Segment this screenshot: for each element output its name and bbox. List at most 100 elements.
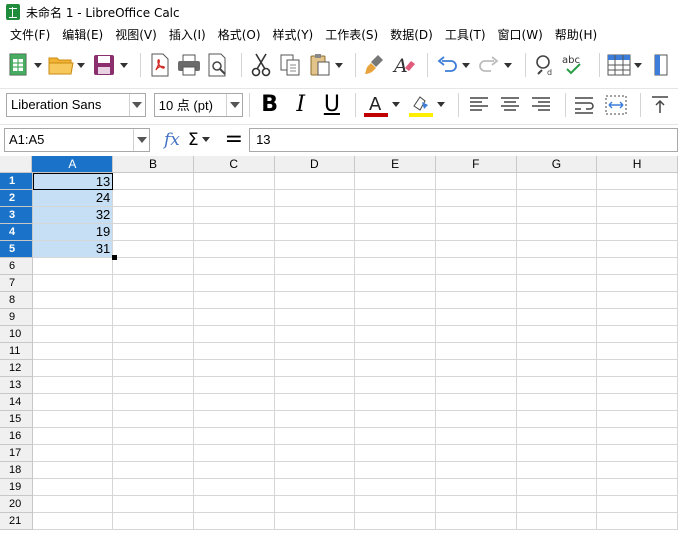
row-header[interactable]: 18 xyxy=(0,462,33,479)
cell-g10[interactable] xyxy=(516,326,598,343)
cell-a13[interactable] xyxy=(32,377,114,394)
cell-e9[interactable] xyxy=(355,309,436,326)
menu-edit[interactable]: 编辑(E) xyxy=(56,24,109,46)
cell-b4[interactable] xyxy=(113,224,194,241)
cell-b18[interactable] xyxy=(113,462,194,479)
sum-dropdown[interactable] xyxy=(201,126,211,154)
cell-a20[interactable] xyxy=(32,496,114,513)
row-header[interactable]: 13 xyxy=(0,377,33,394)
cell-g7[interactable] xyxy=(516,275,598,292)
cell-c20[interactable] xyxy=(193,496,275,513)
cell-a15[interactable] xyxy=(32,411,114,428)
cell-f6[interactable] xyxy=(435,258,517,275)
column-header-g[interactable]: G xyxy=(516,156,598,173)
cell-g6[interactable] xyxy=(516,258,598,275)
row-column-dropdown[interactable] xyxy=(634,51,643,79)
cell-d9[interactable] xyxy=(274,309,356,326)
cell-g17[interactable] xyxy=(516,445,598,462)
cell-b21[interactable] xyxy=(113,513,194,530)
italic-button[interactable]: I xyxy=(287,91,314,119)
row-header[interactable]: 21 xyxy=(0,513,33,530)
cell-d7[interactable] xyxy=(274,275,356,292)
open-dropdown[interactable] xyxy=(76,51,85,79)
cell-e13[interactable] xyxy=(355,377,436,394)
export-pdf-button[interactable] xyxy=(147,51,172,79)
cell-b2[interactable] xyxy=(113,190,194,207)
cell-a8[interactable] xyxy=(32,292,114,309)
cell-a9[interactable] xyxy=(32,309,114,326)
cell-d14[interactable] xyxy=(274,394,356,411)
font-color-button[interactable]: A xyxy=(362,91,389,119)
cell-e12[interactable] xyxy=(355,360,436,377)
cell-c17[interactable] xyxy=(193,445,275,462)
cell-c12[interactable] xyxy=(193,360,275,377)
cell-b9[interactable] xyxy=(113,309,194,326)
bold-button[interactable]: B xyxy=(256,91,283,119)
insert-column-button[interactable] xyxy=(649,51,674,79)
cell-f13[interactable] xyxy=(435,377,517,394)
cell-c9[interactable] xyxy=(193,309,275,326)
cell-g21[interactable] xyxy=(516,513,598,530)
cell-d21[interactable] xyxy=(274,513,356,530)
cell-f12[interactable] xyxy=(435,360,517,377)
cell-c15[interactable] xyxy=(193,411,275,428)
row-column-button[interactable] xyxy=(606,51,631,79)
align-right-button[interactable] xyxy=(527,91,554,119)
cell-g2[interactable] xyxy=(516,190,598,207)
cell-b13[interactable] xyxy=(113,377,194,394)
cell-a5[interactable]: 31 xyxy=(32,241,114,258)
cell-g18[interactable] xyxy=(516,462,598,479)
formula-input[interactable]: 13 xyxy=(249,127,678,152)
font-color-dropdown[interactable] xyxy=(392,91,402,119)
row-header[interactable]: 14 xyxy=(0,394,33,411)
cell-e2[interactable] xyxy=(355,190,436,207)
cell-g3[interactable] xyxy=(516,207,598,224)
cell-g5[interactable] xyxy=(516,241,598,258)
cell-a14[interactable] xyxy=(32,394,114,411)
cell-h6[interactable] xyxy=(597,258,678,275)
row-header[interactable]: 7 xyxy=(0,275,33,292)
align-left-button[interactable] xyxy=(465,91,492,119)
cell-a19[interactable] xyxy=(32,479,114,496)
cell-d18[interactable] xyxy=(274,462,356,479)
open-button[interactable] xyxy=(48,51,75,79)
cell-a16[interactable] xyxy=(32,428,114,445)
cell-f4[interactable] xyxy=(435,224,517,241)
cell-c3[interactable] xyxy=(193,207,275,224)
paste-dropdown[interactable] xyxy=(334,51,343,79)
cell-e11[interactable] xyxy=(355,343,436,360)
cell-g20[interactable] xyxy=(516,496,598,513)
clone-formatting-button[interactable] xyxy=(362,51,387,79)
cell-a12[interactable] xyxy=(32,360,114,377)
cell-e14[interactable] xyxy=(355,394,436,411)
row-header[interactable]: 8 xyxy=(0,292,33,309)
menu-styles[interactable]: 样式(Y) xyxy=(267,24,320,46)
cell-h20[interactable] xyxy=(597,496,678,513)
cell-a6[interactable] xyxy=(32,258,114,275)
paste-button[interactable] xyxy=(307,51,332,79)
cell-d4[interactable] xyxy=(274,224,356,241)
cell-c4[interactable] xyxy=(193,224,275,241)
select-all-corner[interactable] xyxy=(0,156,33,173)
cell-c5[interactable] xyxy=(193,241,275,258)
cell-g15[interactable] xyxy=(516,411,598,428)
column-header-c[interactable]: C xyxy=(193,156,275,173)
cell-d6[interactable] xyxy=(274,258,356,275)
cell-g4[interactable] xyxy=(516,224,598,241)
sum-icon[interactable]: Σ xyxy=(188,130,199,150)
cell-d13[interactable] xyxy=(274,377,356,394)
cell-g19[interactable] xyxy=(516,479,598,496)
cell-g11[interactable] xyxy=(516,343,598,360)
cell-c16[interactable] xyxy=(193,428,275,445)
cell-e7[interactable] xyxy=(355,275,436,292)
cell-h5[interactable] xyxy=(597,241,678,258)
cell-h14[interactable] xyxy=(597,394,678,411)
chevron-down-icon[interactable] xyxy=(133,128,149,151)
cell-c13[interactable] xyxy=(193,377,275,394)
menu-window[interactable]: 窗口(W) xyxy=(492,24,549,46)
cell-h4[interactable] xyxy=(597,224,678,241)
cell-h15[interactable] xyxy=(597,411,678,428)
cell-e10[interactable] xyxy=(355,326,436,343)
cell-b10[interactable] xyxy=(113,326,194,343)
cell-g16[interactable] xyxy=(516,428,598,445)
